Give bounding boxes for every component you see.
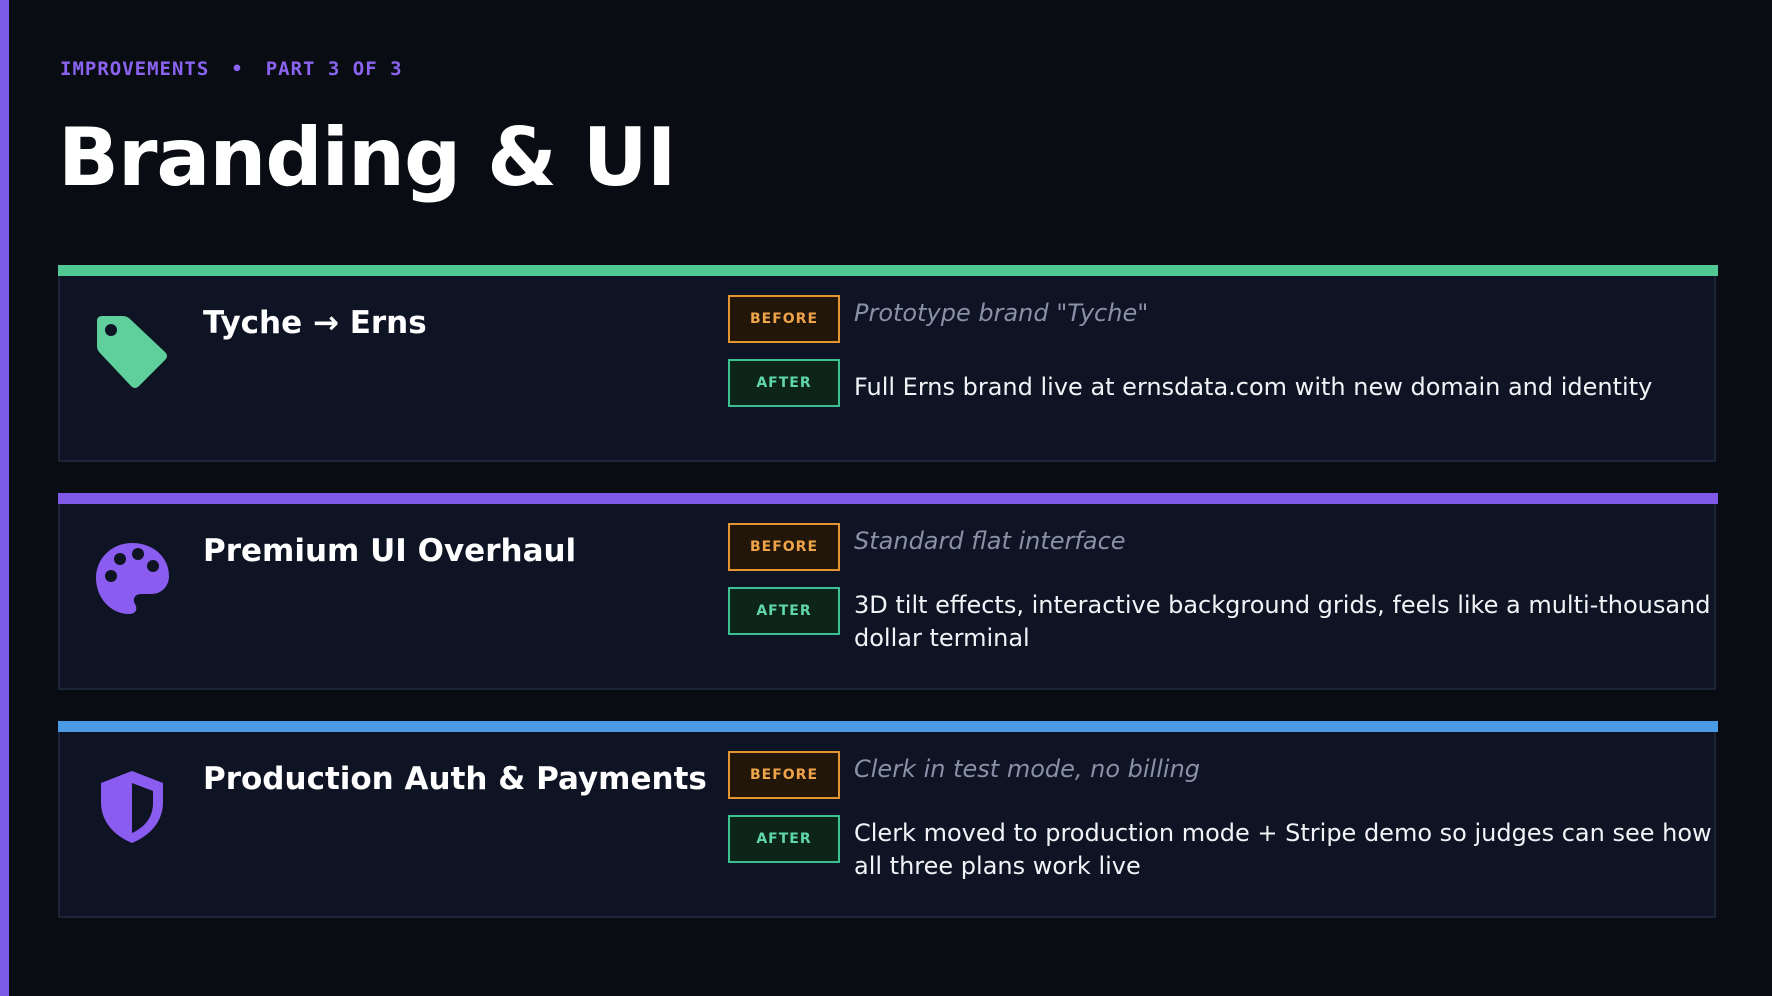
before-badge: BEFORE <box>728 523 840 571</box>
card-accent-bar <box>58 493 1718 504</box>
eyebrow-separator: • <box>231 58 244 80</box>
after-badge: AFTER <box>728 815 840 863</box>
before-text: Clerk in test mode, no billing <box>854 755 1201 783</box>
slide: IMPROVEMENTS • PART 3 OF 3 Branding & UI T… <box>0 0 1772 996</box>
shield-icon <box>101 771 163 843</box>
page-title: Branding & UI <box>58 111 676 204</box>
after-text: 3D tilt effects, interactive background … <box>854 591 1711 652</box>
eyebrow-part: PART 3 OF 3 <box>265 58 403 80</box>
card-accent-bar <box>58 721 1718 732</box>
palette-icon <box>96 543 169 614</box>
before-text: Standard flat interface <box>854 527 1126 555</box>
before-badge: BEFORE <box>728 751 840 799</box>
card-production-auth: Production Auth & Payments BEFORE Clerk … <box>58 721 1718 918</box>
after-badge: AFTER <box>728 359 840 407</box>
after-text: Full Erns brand live at ernsdata.com wit… <box>854 373 1653 401</box>
before-text: Prototype brand "Tyche" <box>854 299 1149 327</box>
eyebrow: IMPROVEMENTS • PART 3 OF 3 <box>60 58 403 80</box>
left-accent-bar <box>0 0 9 996</box>
before-badge: BEFORE <box>728 295 840 343</box>
tag-icon <box>97 316 167 388</box>
card-accent-bar <box>58 265 1718 276</box>
card-title: Tyche → Erns <box>203 305 427 341</box>
after-badge: AFTER <box>728 587 840 635</box>
card-premium-ui: Premium UI Overhaul BEFORE Standard flat… <box>58 493 1718 690</box>
after-text: Clerk moved to production mode + Stripe … <box>854 819 1712 880</box>
card-title: Premium UI Overhaul <box>203 533 577 569</box>
card-tyche-erns: Tyche → Erns BEFORE Prototype brand "Tyc… <box>58 265 1718 462</box>
eyebrow-section: IMPROVEMENTS <box>60 58 210 80</box>
card-title: Production Auth & Payments <box>203 761 707 797</box>
